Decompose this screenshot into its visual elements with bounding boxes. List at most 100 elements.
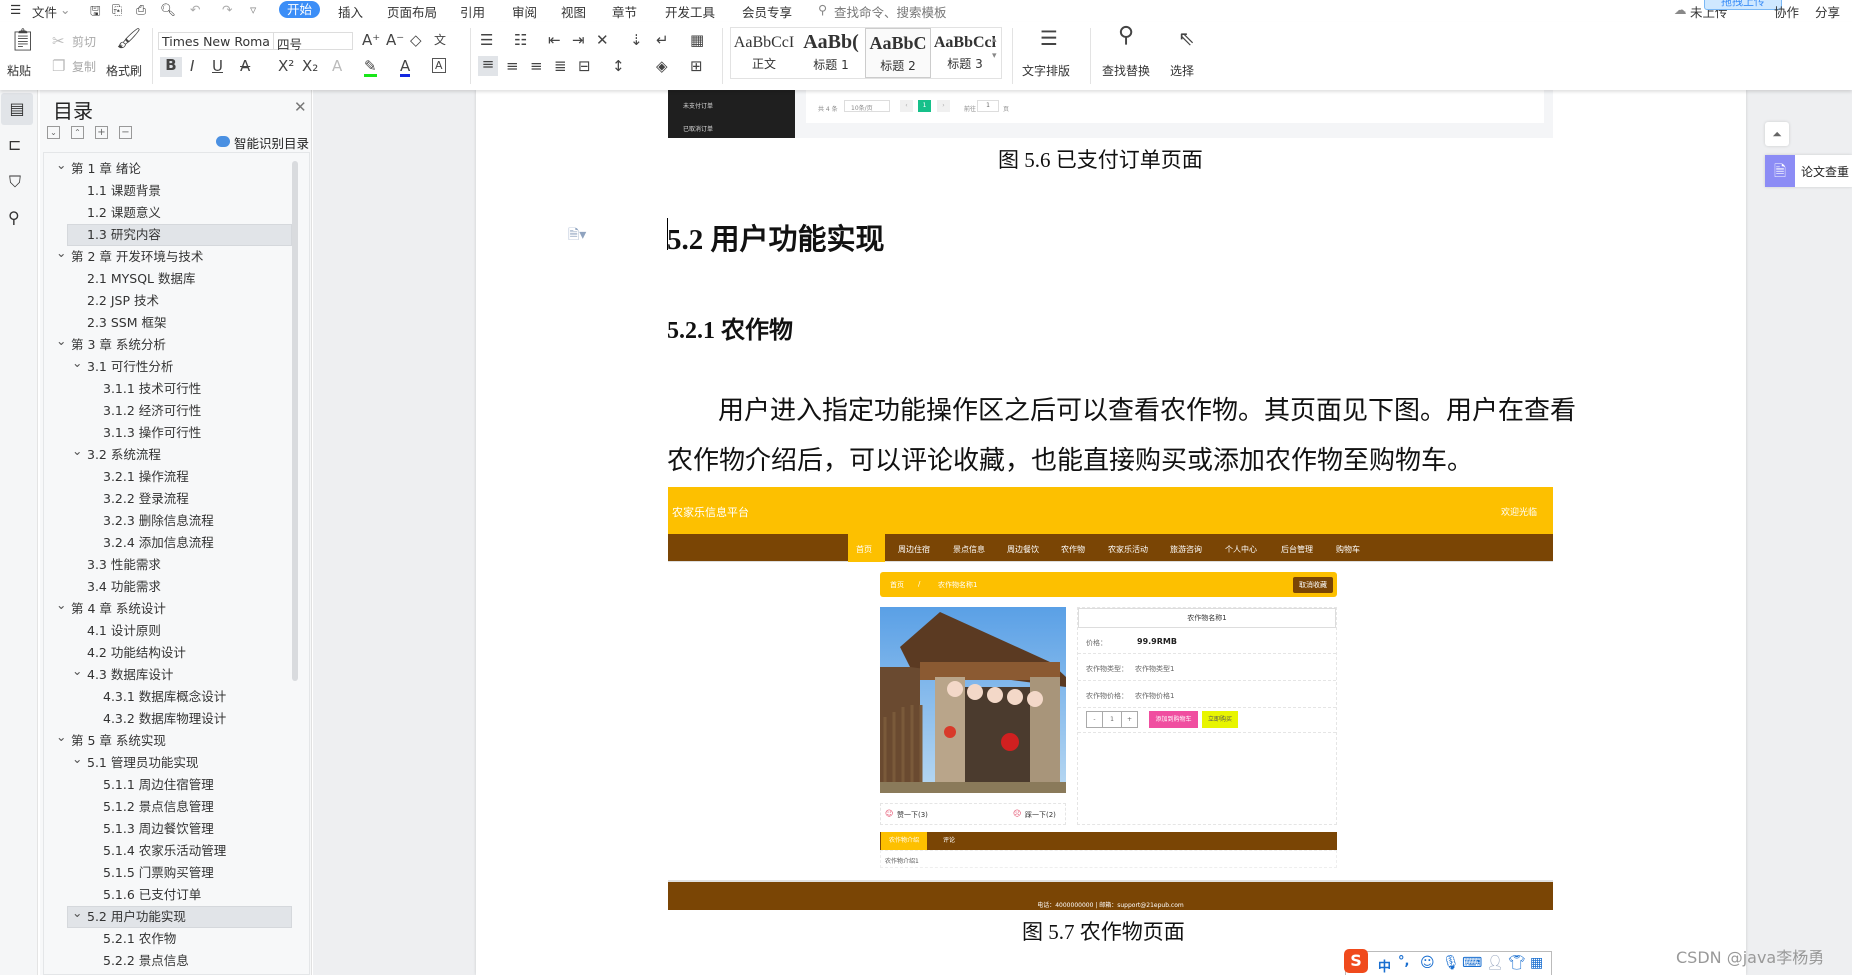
share-button[interactable]: 分享 xyxy=(1815,2,1840,21)
paste-icon[interactable]: 📋︎ xyxy=(9,30,37,52)
toc-item[interactable]: ⌄ 第 2 章 开发环境与技术 xyxy=(44,245,309,268)
heading-5-2-1[interactable]: 5.2.1 农作物 xyxy=(667,310,793,345)
borders-icon[interactable]: ⊞ xyxy=(690,58,703,74)
toc-item[interactable]: 1.1 课题背景 xyxy=(44,180,309,202)
toc-item[interactable]: 1.2 课题意义 xyxy=(44,202,309,224)
toc-item[interactable]: 2.1 MYSQL 数据库 xyxy=(44,268,309,290)
toc-item[interactable]: 5.1.1 周边住宿管理 xyxy=(44,774,309,796)
toc-item[interactable]: ⌄ 3.2 系统流程 xyxy=(44,443,309,466)
sogou-logo-icon[interactable]: S xyxy=(1344,949,1368,973)
body-paragraph-line-2[interactable]: 农作物介绍后，可以评论收藏，也能直接购买或添加农作物至购物车。 xyxy=(667,440,1473,477)
command-search[interactable]: 查找命令、搜索模板 xyxy=(834,2,947,21)
toc-item[interactable]: ⌄ 第 4 章 系统设计 xyxy=(44,597,309,620)
indent-icon[interactable]: ⇥ xyxy=(572,32,585,48)
customize-icon[interactable]: ▿ xyxy=(250,2,256,17)
toc-item[interactable]: 4.1 设计原则 xyxy=(44,620,309,642)
find-icon[interactable]: ⚲ xyxy=(8,208,20,227)
toc-item[interactable]: 5.2.1 农作物 xyxy=(44,928,309,950)
chevron-down-icon[interactable]: ⌄ xyxy=(56,594,66,616)
gallery-scroll-icon[interactable]: ▴ ▾ xyxy=(992,32,997,64)
toc-item[interactable]: 4.2 功能结构设计 xyxy=(44,642,309,664)
shrink-font-icon[interactable]: A⁻ xyxy=(386,32,404,48)
chevron-down-icon[interactable]: ⌄ xyxy=(72,352,82,374)
smart-toc-button[interactable]: 智能识别目录 xyxy=(234,133,309,152)
toc-item[interactable]: 3.4 功能需求 xyxy=(44,576,309,598)
toc-item[interactable]: 5.1.4 农家乐活动管理 xyxy=(44,840,309,862)
bullets-icon[interactable]: ☰ xyxy=(480,32,493,48)
toc-item[interactable]: 3.2.4 添加信息流程 xyxy=(44,532,309,554)
chinese-layout-icon[interactable]: ✕ xyxy=(596,32,609,48)
close-icon[interactable]: ✕ xyxy=(294,98,307,116)
select-button[interactable]: 选择 xyxy=(1170,62,1194,79)
save-icon[interactable]: 🖫 xyxy=(90,2,101,23)
collapse-up-icon[interactable]: ⏶ xyxy=(1765,122,1789,146)
expand-all-icon[interactable]: ⌄ xyxy=(47,126,60,139)
text-effect-icon[interactable]: A xyxy=(332,58,342,74)
promote-icon[interactable]: + xyxy=(95,126,108,139)
toc-item[interactable]: ⌄ 3.1 可行性分析 xyxy=(44,355,309,378)
toc-item[interactable]: 3.2.3 删除信息流程 xyxy=(44,510,309,532)
toc-item[interactable]: 5.1.2 景点信息管理 xyxy=(44,796,309,818)
collab-button[interactable]: 协作 xyxy=(1774,2,1799,21)
paragraph-handle-icon[interactable]: 🗎▾ xyxy=(568,224,586,248)
undo-icon[interactable]: ↶ xyxy=(190,2,200,17)
toc-item[interactable]: 5.2.2 景点信息 xyxy=(44,950,309,972)
tab-reference[interactable]: 引用 xyxy=(460,2,485,21)
toolbox-icon[interactable]: ▦ xyxy=(1530,955,1543,971)
toc-item[interactable]: ⌄ 5.1 管理员功能实现 xyxy=(44,751,309,774)
toc-item[interactable]: 5.1.3 周边餐饮管理 xyxy=(44,818,309,840)
chevron-down-icon[interactable]: ⌄ xyxy=(56,154,66,176)
toc-item[interactable]: 4.3.2 数据库物理设计 xyxy=(44,708,309,730)
tab-developer[interactable]: 开发工具 xyxy=(665,2,715,21)
tab-chapter[interactable]: 章节 xyxy=(612,2,637,21)
paste-button[interactable]: 粘贴 xyxy=(7,62,31,79)
bookmark-icon[interactable]: ⛉ xyxy=(9,172,21,192)
tab-member[interactable]: 会员专享 xyxy=(742,2,792,21)
chevron-down-icon[interactable]: ⌄ xyxy=(72,440,82,462)
chapter-nav-icon[interactable]: ⊏ xyxy=(8,135,21,154)
toc-item[interactable]: 3.1.1 技术可行性 xyxy=(44,378,309,400)
keyboard-icon[interactable]: ⌨ xyxy=(1462,955,1482,971)
toc-item[interactable]: 3.3 性能需求 xyxy=(44,554,309,576)
body-paragraph-line-1[interactable]: 用户进入指定功能操作区之后可以查看农作物。其页面见下图。用户在查看 xyxy=(718,390,1576,427)
chevron-down-icon[interactable]: ⌄ xyxy=(56,242,66,264)
style-heading-1[interactable]: AaBb(标题 1 xyxy=(798,28,864,78)
justify-icon[interactable]: ≣ xyxy=(554,58,567,74)
paper-check-button[interactable]: 🗎 论文查重 xyxy=(1765,155,1852,187)
underline-icon[interactable]: U xyxy=(212,58,223,74)
toc-item[interactable]: 3.1.2 经济可行性 xyxy=(44,400,309,422)
pinyin-icon[interactable]: 文 xyxy=(434,32,446,48)
toc-item[interactable]: 3.2.1 操作流程 xyxy=(44,466,309,488)
export-icon[interactable]: ⎘ xyxy=(112,2,122,18)
toc-item[interactable]: ⌄ 5.2 用户功能实现 xyxy=(44,905,309,928)
file-menu[interactable]: 文件 xyxy=(32,2,57,21)
tab-review[interactable]: 审阅 xyxy=(512,2,537,21)
chevron-down-icon[interactable]: ⌄ xyxy=(72,660,82,682)
ruler-icon[interactable]: ▦ xyxy=(690,32,704,48)
toc-item[interactable]: 4.3.1 数据库概念设计 xyxy=(44,686,309,708)
format-painter-button[interactable]: 格式刷 xyxy=(106,62,142,79)
ime-punct-toggle[interactable]: °, xyxy=(1398,954,1409,969)
toc-item[interactable]: 5.1.6 已支付订单 xyxy=(44,884,309,906)
style-heading-3[interactable]: AaBbCcl 标题 3 xyxy=(932,28,998,78)
copy-button[interactable]: 复制 xyxy=(72,58,96,75)
subscript-icon[interactable]: X₂ xyxy=(302,58,318,74)
font-color-icon[interactable]: A xyxy=(400,58,411,77)
line-spacing-icon[interactable]: ↕ xyxy=(612,58,625,74)
clear-format-icon[interactable]: ◇ xyxy=(410,32,422,48)
user-icon[interactable]: 👤︎ xyxy=(1486,955,1504,971)
emoji-icon[interactable]: ☺ xyxy=(1420,955,1435,971)
chevron-down-icon[interactable]: ⌄ xyxy=(60,2,70,17)
italic-icon[interactable]: I xyxy=(190,58,194,74)
bold-icon[interactable]: B xyxy=(160,57,182,77)
preview-icon[interactable]: 🔍︎ xyxy=(160,2,176,18)
font-size-select[interactable]: 四号 xyxy=(273,32,353,52)
chevron-down-icon[interactable]: ⌄ xyxy=(56,726,66,748)
shading-icon[interactable]: ◈ xyxy=(656,58,668,74)
toc-item[interactable]: ⌄ 第 5 章 系统实现 xyxy=(44,729,309,752)
char-border-icon[interactable]: A xyxy=(432,58,446,73)
style-normal[interactable]: AaBbCcI 正文 xyxy=(731,28,797,78)
align-right-icon[interactable]: ≡ xyxy=(530,58,543,74)
paragraph-mark-icon[interactable]: ↵ xyxy=(656,32,669,48)
microphone-icon[interactable]: 🎙︎ xyxy=(1442,955,1460,971)
